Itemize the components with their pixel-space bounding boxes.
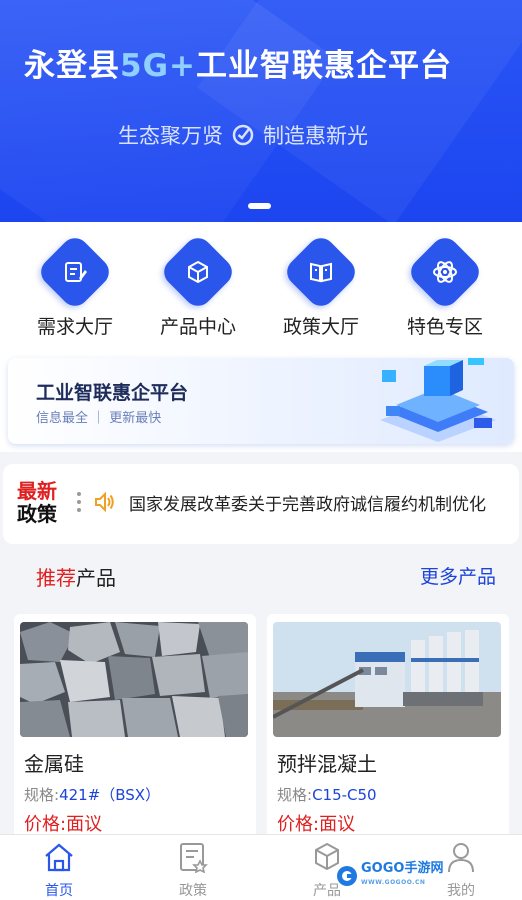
product-spec: 规格:421#（BSX）	[24, 786, 161, 804]
edit-document-icon	[35, 232, 115, 312]
category-policy-hall[interactable]: 政策大厅	[271, 232, 371, 339]
product-name: 预拌混凝土	[277, 752, 377, 776]
cube-box-icon	[158, 232, 238, 312]
home-icon	[45, 843, 73, 872]
category-featured-zone[interactable]: 特色专区	[395, 232, 495, 339]
atom-icon	[405, 232, 485, 312]
recommend-title: 推荐产品	[36, 566, 116, 590]
banner-subtitle: 生态聚万贤 制造惠新光	[118, 124, 368, 148]
speaker-icon	[95, 491, 114, 513]
news-headline[interactable]: 国家发展改革委关于完善政府诚信履约机制优化	[129, 490, 519, 515]
product-image-silicon	[20, 622, 248, 737]
isometric-platform-illustration	[380, 358, 496, 442]
product-price: 价格:面议	[277, 814, 356, 835]
banner-title: 永登县5G+工业智联惠企平台	[24, 48, 452, 84]
gamepad-logo-icon	[337, 866, 357, 886]
recommend-header: 推荐产品 更多产品	[0, 552, 522, 600]
user-icon	[448, 843, 474, 873]
policy-document-icon	[180, 843, 208, 874]
category-demand-hall[interactable]: 需求大厅	[25, 232, 125, 339]
target-check-icon	[232, 124, 254, 146]
product-name: 金属硅	[24, 752, 84, 776]
tab-policy[interactable]: 政策	[158, 841, 228, 900]
open-book-icon	[281, 232, 361, 312]
more-products-link[interactable]: 更多产品	[420, 562, 496, 589]
tab-home[interactable]: 首页	[24, 841, 94, 900]
news-ticker[interactable]: 最新 政策 国家发展改革委关于完善政府诚信履约机制优化	[3, 464, 519, 544]
category-product-center[interactable]: 产品中心	[148, 232, 248, 339]
latest-policy-tag: 最新 政策	[17, 479, 57, 526]
vertical-dots-divider	[77, 492, 81, 516]
product-card[interactable]: 预拌混凝土 规格:C15-C50 价格:面议	[267, 614, 509, 844]
carousel-indicator[interactable]	[248, 203, 271, 209]
category-grid: 需求大厅 产品中心 政策大厅 特色专区	[0, 222, 522, 340]
promo-section: 工业智联惠企平台 信息最全 ｜ 更新最快	[0, 340, 522, 452]
promo-title: 工业智联惠企平台	[36, 382, 189, 404]
product-spec: 规格:C15-C50	[277, 786, 377, 804]
product-price: 价格:面议	[24, 814, 103, 835]
promo-subtitle: 信息最全 ｜ 更新最快	[36, 411, 162, 426]
product-card[interactable]: 金属硅 规格:421#（BSX） 价格:面议	[14, 614, 256, 844]
site-watermark: GOGO手游网 WWW.GOGOO.CN	[336, 862, 446, 890]
promo-card[interactable]: 工业智联惠企平台 信息最全 ｜ 更新最快	[8, 358, 514, 444]
product-image-concrete-plant	[273, 622, 501, 737]
hero-banner[interactable]: 永登县5G+工业智联惠企平台 生态聚万贤 制造惠新光	[0, 0, 522, 222]
